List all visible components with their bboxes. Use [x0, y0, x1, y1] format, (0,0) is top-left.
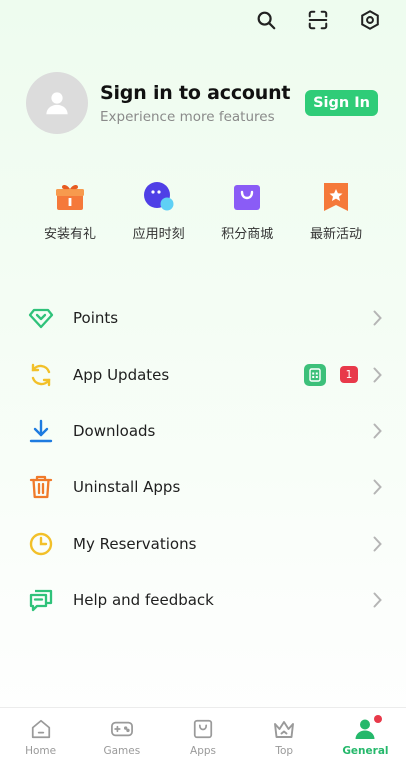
avatar[interactable]	[26, 72, 88, 134]
scan-icon[interactable]	[304, 6, 332, 34]
clock-icon	[27, 530, 55, 558]
gift-icon	[53, 180, 87, 214]
profile-section: Sign in to account Experience more featu…	[26, 72, 378, 134]
chevron-right-icon	[370, 591, 384, 609]
nav-tab-games[interactable]: Games	[81, 708, 162, 768]
menu-item-label: Uninstall Apps	[73, 478, 181, 497]
quick-action-label: 应用时刻	[132, 227, 185, 242]
nav-label: Games	[103, 745, 141, 757]
nav-tab-top[interactable]: Top	[244, 708, 325, 768]
menu-item-my-reservations[interactable]: My Reservations	[0, 516, 406, 572]
menu-item-label: Downloads	[73, 421, 156, 440]
quick-action-points-mall[interactable]: 积分商城	[205, 180, 289, 242]
update-count-badge: 1	[340, 366, 358, 384]
top-toolbar	[252, 6, 384, 34]
quick-action-label: 安装有礼	[43, 227, 96, 242]
home-icon	[29, 717, 53, 741]
app-update-thumbnail-icon	[304, 363, 326, 386]
chevron-right-icon	[370, 478, 384, 496]
quick-action-install-gift[interactable]: 安装有礼	[28, 180, 112, 242]
quick-actions: 安装有礼 应用时刻 积分商城 最新活动	[28, 180, 378, 242]
shopping-bag-icon	[230, 180, 264, 214]
chevron-right-icon	[370, 366, 384, 384]
bottom-navigation: Home Games Apps Top General	[0, 707, 406, 768]
search-icon[interactable]	[252, 6, 280, 34]
chevron-right-icon	[370, 422, 384, 440]
menu-item-label: App Updates	[73, 365, 170, 384]
quick-action-label: 积分商城	[221, 227, 274, 242]
crown-icon	[272, 717, 296, 741]
menu-item-help-feedback[interactable]: Help and feedback	[0, 572, 406, 628]
menu-item-app-updates[interactable]: App Updates 1	[0, 346, 406, 402]
profile-text: Sign in to account Experience more featu…	[100, 82, 305, 125]
diamond-icon	[27, 304, 55, 332]
menu-item-label: Help and feedback	[73, 591, 214, 610]
sign-in-button[interactable]: Sign In	[305, 90, 378, 116]
gamepad-icon	[110, 717, 134, 741]
apps-bag-icon	[191, 717, 215, 741]
nav-label: Home	[25, 745, 57, 757]
chevron-right-icon	[370, 535, 384, 553]
refresh-icon	[27, 361, 55, 389]
chat-icon	[27, 586, 55, 614]
menu-item-label: Points	[73, 309, 119, 328]
download-icon	[27, 417, 55, 445]
quick-action-app-moment[interactable]: 应用时刻	[117, 180, 201, 242]
trash-icon	[27, 473, 55, 501]
menu-item-downloads[interactable]: Downloads	[0, 403, 406, 459]
nav-tab-home[interactable]: Home	[0, 708, 81, 768]
star-banner-icon	[319, 180, 353, 214]
chevron-right-icon	[370, 309, 384, 327]
menu-item-uninstall-apps[interactable]: Uninstall Apps	[0, 459, 406, 515]
nav-label: Top	[275, 745, 294, 757]
menu-item-label: My Reservations	[73, 534, 197, 553]
signin-subtitle: Experience more features	[100, 108, 275, 125]
menu-item-points[interactable]: Points	[0, 290, 406, 346]
menu-list: Points App Updates 1 Downloads Uninstall…	[0, 290, 406, 628]
nav-label: General	[342, 745, 389, 757]
settings-icon[interactable]	[356, 6, 384, 34]
app-moment-icon	[142, 180, 176, 214]
notification-dot	[374, 715, 383, 723]
nav-tab-general[interactable]: General	[325, 708, 406, 768]
signin-title[interactable]: Sign in to account	[100, 82, 305, 104]
quick-action-label: 最新活动	[309, 227, 362, 242]
nav-label: Apps	[190, 745, 216, 757]
nav-tab-apps[interactable]: Apps	[162, 708, 243, 768]
quick-action-latest-events[interactable]: 最新活动	[294, 180, 378, 242]
